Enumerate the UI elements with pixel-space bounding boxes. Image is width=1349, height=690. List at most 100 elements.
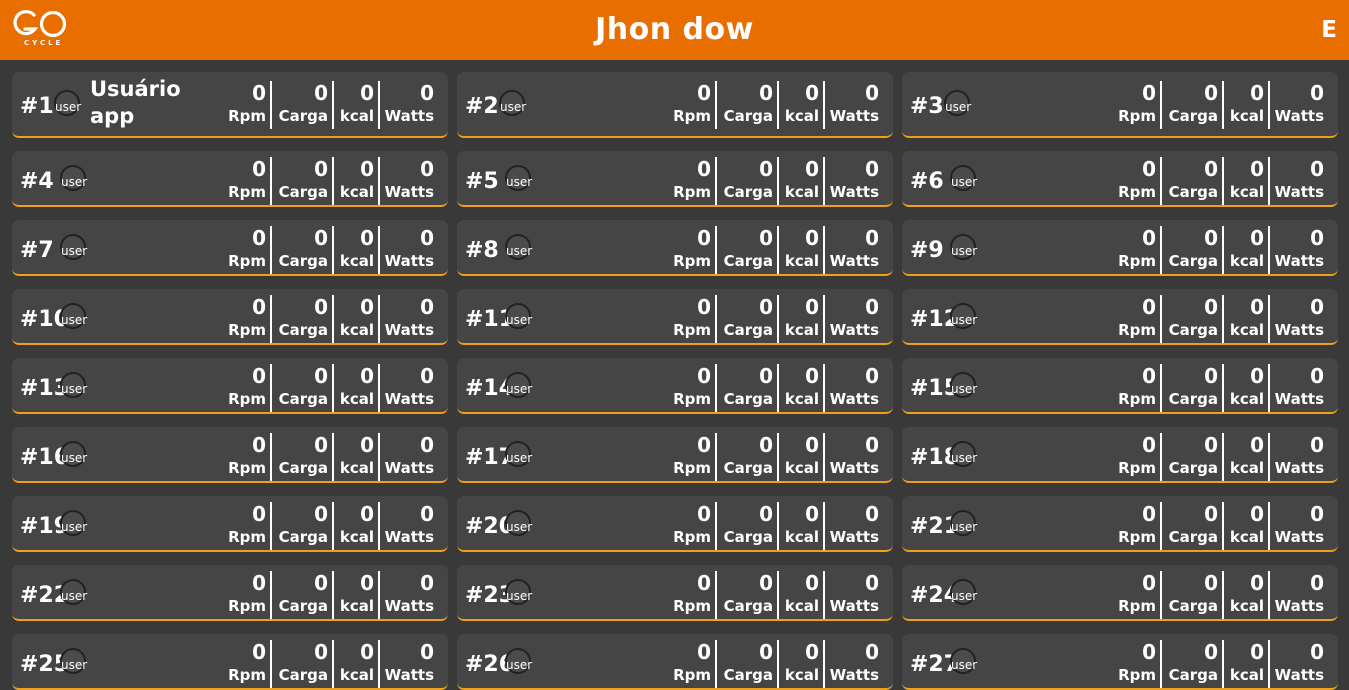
metric-carga: 0 Carga <box>717 295 779 343</box>
metric-watts: 0 Watts <box>380 640 438 688</box>
metric-carga: 0 Carga <box>1162 226 1224 274</box>
carga-label: Carga <box>1168 183 1218 201</box>
bike-card[interactable]: #15 user 0 Rpm 0 Carga 0 kcal 0 Watts <box>902 358 1338 414</box>
kcal-label: kcal <box>784 107 819 125</box>
bike-card[interactable]: #22 user 0 Rpm 0 Carga 0 kcal 0 Watts <box>12 565 448 621</box>
metric-rpm: 0 Rpm <box>1110 433 1162 481</box>
bike-card[interactable]: #20 user 0 Rpm 0 Carga 0 kcal 0 Watts <box>457 496 893 552</box>
rpm-label: Rpm <box>1118 528 1156 546</box>
bike-metrics: 0 Rpm 0 Carga 0 kcal 0 Watts <box>665 295 883 343</box>
bike-card[interactable]: #7 user 0 Rpm 0 Carga 0 kcal 0 Watts <box>12 220 448 276</box>
kcal-label: kcal <box>784 183 819 201</box>
bike-metrics: 0 Rpm 0 Carga 0 kcal 0 Watts <box>665 364 883 412</box>
metric-carga: 0 Carga <box>272 157 334 205</box>
carga-value: 0 <box>1204 502 1218 526</box>
kcal-label: kcal <box>784 666 819 684</box>
bike-number: #9 <box>910 238 944 263</box>
bike-card[interactable]: #19 user 0 Rpm 0 Carga 0 kcal 0 Watts <box>12 496 448 552</box>
bike-card[interactable]: #26 user 0 Rpm 0 Carga 0 kcal 0 Watts <box>457 634 893 690</box>
kcal-value: 0 <box>1250 295 1264 319</box>
bike-card[interactable]: #14 user 0 Rpm 0 Carga 0 kcal 0 Watts <box>457 358 893 414</box>
carga-label: Carga <box>723 459 773 477</box>
kcal-label: kcal <box>1229 390 1264 408</box>
kcal-label: kcal <box>784 459 819 477</box>
metric-rpm: 0 Rpm <box>220 640 272 688</box>
bike-card[interactable]: #3 user 0 Rpm 0 Carga 0 kcal 0 Watts <box>902 72 1338 138</box>
metric-watts: 0 Watts <box>1270 226 1328 274</box>
metric-watts: 0 Watts <box>380 364 438 412</box>
metric-carga: 0 Carga <box>717 502 779 550</box>
kcal-label: kcal <box>339 459 374 477</box>
bike-card[interactable]: #1 user Usuário app 0 Rpm 0 Carga 0 kcal… <box>12 72 448 138</box>
bike-card[interactable]: #12 user 0 Rpm 0 Carga 0 kcal 0 Watts <box>902 289 1338 345</box>
bike-card[interactable]: #24 user 0 Rpm 0 Carga 0 kcal 0 Watts <box>902 565 1338 621</box>
bike-card[interactable]: #5 user 0 Rpm 0 Carga 0 kcal 0 Watts <box>457 151 893 207</box>
bike-card[interactable]: #2 user 0 Rpm 0 Carga 0 kcal 0 Watts <box>457 72 893 138</box>
bike-card[interactable]: #11 user 0 Rpm 0 Carga 0 kcal 0 Watts <box>457 289 893 345</box>
bike-card[interactable]: #18 user 0 Rpm 0 Carga 0 kcal 0 Watts <box>902 427 1338 483</box>
carga-label: Carga <box>723 107 773 125</box>
watts-label: Watts <box>829 597 879 615</box>
kcal-label: kcal <box>1229 459 1264 477</box>
metric-kcal: 0 kcal <box>779 364 825 412</box>
metric-watts: 0 Watts <box>380 433 438 481</box>
bike-card[interactable]: #17 user 0 Rpm 0 Carga 0 kcal 0 Watts <box>457 427 893 483</box>
user-initial[interactable]: E <box>1321 17 1337 43</box>
bike-card[interactable]: #13 user 0 Rpm 0 Carga 0 kcal 0 Watts <box>12 358 448 414</box>
user-avatar-alt: user <box>506 175 533 189</box>
bike-card[interactable]: #10 user 0 Rpm 0 Carga 0 kcal 0 Watts <box>12 289 448 345</box>
bike-metrics: 0 Rpm 0 Carga 0 kcal 0 Watts <box>665 640 883 688</box>
bike-card[interactable]: #6 user 0 Rpm 0 Carga 0 kcal 0 Watts <box>902 151 1338 207</box>
carga-value: 0 <box>1204 157 1218 181</box>
metric-carga: 0 Carga <box>717 226 779 274</box>
kcal-value: 0 <box>1250 364 1264 388</box>
carga-label: Carga <box>1168 597 1218 615</box>
kcal-value: 0 <box>805 364 819 388</box>
watts-label: Watts <box>1274 528 1324 546</box>
bike-card[interactable]: #21 user 0 Rpm 0 Carga 0 kcal 0 Watts <box>902 496 1338 552</box>
watts-label: Watts <box>384 528 434 546</box>
carga-label: Carga <box>1168 107 1218 125</box>
kcal-label: kcal <box>1229 107 1264 125</box>
rpm-value: 0 <box>697 433 711 457</box>
bike-card[interactable]: #23 user 0 Rpm 0 Carga 0 kcal 0 Watts <box>457 565 893 621</box>
kcal-value: 0 <box>1250 157 1264 181</box>
carga-value: 0 <box>1204 364 1218 388</box>
user-avatar-alt: user <box>61 451 88 465</box>
metric-rpm: 0 Rpm <box>220 433 272 481</box>
bike-card[interactable]: #8 user 0 Rpm 0 Carga 0 kcal 0 Watts <box>457 220 893 276</box>
bike-metrics: 0 Rpm 0 Carga 0 kcal 0 Watts <box>220 502 438 550</box>
carga-label: Carga <box>278 597 328 615</box>
bike-card[interactable]: #9 user 0 Rpm 0 Carga 0 kcal 0 Watts <box>902 220 1338 276</box>
bike-card[interactable]: #16 user 0 Rpm 0 Carga 0 kcal 0 Watts <box>12 427 448 483</box>
bike-metrics: 0 Rpm 0 Carga 0 kcal 0 Watts <box>665 226 883 274</box>
bike-metrics: 0 Rpm 0 Carga 0 kcal 0 Watts <box>220 295 438 343</box>
kcal-value: 0 <box>360 433 374 457</box>
watts-label: Watts <box>1274 597 1324 615</box>
metric-rpm: 0 Rpm <box>665 571 717 619</box>
carga-value: 0 <box>759 433 773 457</box>
user-avatar-alt: user <box>61 589 88 603</box>
watts-value: 0 <box>420 157 434 181</box>
bike-metrics: 0 Rpm 0 Carga 0 kcal 0 Watts <box>1110 157 1328 205</box>
metric-carga: 0 Carga <box>272 295 334 343</box>
metric-watts: 0 Watts <box>825 157 883 205</box>
watts-value: 0 <box>420 295 434 319</box>
kcal-label: kcal <box>339 252 374 270</box>
rpm-label: Rpm <box>673 252 711 270</box>
watts-label: Watts <box>1274 107 1324 125</box>
kcal-label: kcal <box>1229 528 1264 546</box>
metric-carga: 0 Carga <box>1162 502 1224 550</box>
rpm-label: Rpm <box>1118 107 1156 125</box>
metric-rpm: 0 Rpm <box>220 226 272 274</box>
user-avatar-alt: user <box>61 658 88 672</box>
kcal-value: 0 <box>1250 502 1264 526</box>
carga-value: 0 <box>314 364 328 388</box>
watts-value: 0 <box>1310 433 1324 457</box>
watts-value: 0 <box>420 502 434 526</box>
bike-card[interactable]: #4 user 0 Rpm 0 Carga 0 kcal 0 Watts <box>12 151 448 207</box>
bike-card[interactable]: #27 user 0 Rpm 0 Carga 0 kcal 0 Watts <box>902 634 1338 690</box>
watts-value: 0 <box>865 157 879 181</box>
user-avatar-alt: user <box>500 100 527 114</box>
bike-card[interactable]: #25 user 0 Rpm 0 Carga 0 kcal 0 Watts <box>12 634 448 690</box>
